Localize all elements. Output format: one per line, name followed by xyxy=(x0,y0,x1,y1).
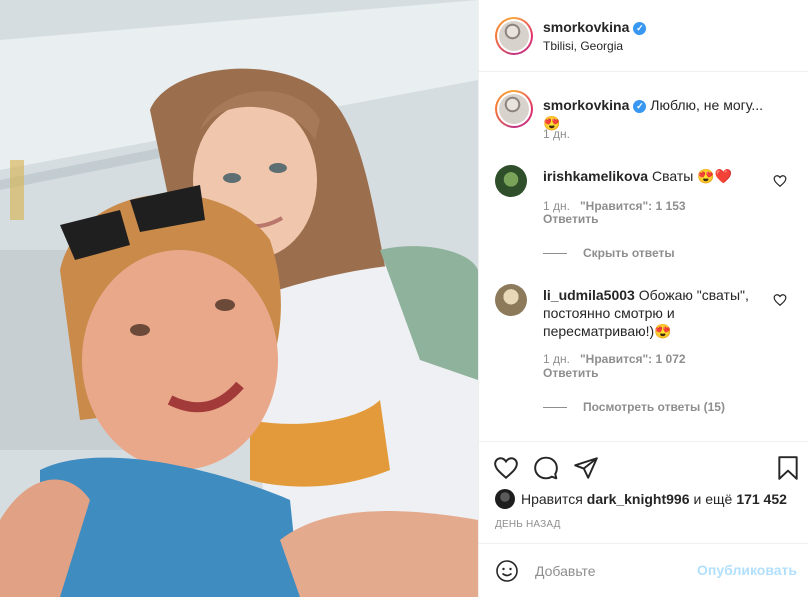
commenter-avatar[interactable] xyxy=(495,284,527,316)
reply-button[interactable]: Ответить xyxy=(543,366,598,380)
comment-meta: 1 дн. "Нравится": 1 072 xyxy=(543,352,686,366)
comment-text-row: irishkamelikova Сваты 😍❤️ xyxy=(543,167,771,185)
comment-text: Сваты 😍❤️ xyxy=(651,168,733,184)
comment-meta: 1 дн. "Нравится": 1 153 xyxy=(543,199,686,213)
liker-avatar[interactable] xyxy=(495,489,515,509)
likes-middle: и ещё xyxy=(693,491,733,507)
caption-author-avatar[interactable] xyxy=(495,90,533,128)
publish-button[interactable]: Опубликовать xyxy=(697,562,797,578)
comment-time[interactable]: 1 дн. xyxy=(543,199,570,213)
commenter-username[interactable]: li_udmila5003 xyxy=(543,287,635,303)
like-comment-heart-icon[interactable] xyxy=(773,293,787,307)
likes-summary: Нравится dark_knight996 и ещё 171 452 xyxy=(495,489,791,509)
reply-button[interactable]: Ответить xyxy=(543,212,598,226)
likes-count[interactable]: 171 452 xyxy=(736,491,787,507)
bookmark-icon[interactable] xyxy=(775,455,801,481)
author-username-row: smorkovkina ✓ xyxy=(543,19,647,35)
comment-time[interactable]: 1 дн. xyxy=(543,352,570,366)
liker-username[interactable]: dark_knight996 xyxy=(587,491,690,507)
verified-icon: ✓ xyxy=(633,100,647,113)
add-comment-bar: Опубликовать xyxy=(479,543,808,597)
comment-input[interactable] xyxy=(535,559,695,583)
comment-icon[interactable] xyxy=(533,455,559,481)
post-actions xyxy=(479,441,808,493)
share-icon[interactable] xyxy=(573,455,599,481)
post-photo[interactable] xyxy=(0,0,478,597)
author-username[interactable]: smorkovkina xyxy=(543,19,629,35)
post-location[interactable]: Tbilisi, Georgia xyxy=(543,39,623,53)
view-replies-button[interactable]: Посмотреть ответы (15) xyxy=(543,400,725,414)
commenter-avatar[interactable] xyxy=(495,165,527,197)
instagram-post: smorkovkina ✓ Tbilisi, Georgia smorkovkin… xyxy=(0,0,808,597)
heart-icon[interactable] xyxy=(493,455,519,481)
replies-toggle-label: Посмотреть ответы (15) xyxy=(583,400,725,414)
author-avatar[interactable] xyxy=(495,17,533,55)
commenter-username[interactable]: irishkamelikova xyxy=(543,168,648,184)
caption-time[interactable]: 1 дн. xyxy=(543,127,570,141)
post-header: smorkovkina ✓ Tbilisi, Georgia xyxy=(479,0,808,72)
comment-like-count[interactable]: "Нравится": 1 153 xyxy=(580,199,686,213)
comment-like-count[interactable]: "Нравится": 1 072 xyxy=(580,352,686,366)
post-sidebar: smorkovkina ✓ Tbilisi, Georgia smorkovkin… xyxy=(478,0,808,597)
emoji-icon[interactable] xyxy=(495,559,519,583)
post-date[interactable]: ДЕНЬ НАЗАД xyxy=(495,519,561,530)
caption-username[interactable]: smorkovkina xyxy=(543,97,629,113)
post-photo-illustration xyxy=(0,0,478,597)
like-comment-heart-icon[interactable] xyxy=(773,174,787,188)
comment-text-row: li_udmila5003 Обожаю "сваты", постоянно … xyxy=(543,286,771,340)
likes-prefix: Нравится xyxy=(521,491,583,507)
caption-text-row: smorkovkina ✓ Люблю, не могу... 😍 xyxy=(543,96,771,132)
replies-toggle-label: Скрыть ответы xyxy=(583,246,675,260)
hide-replies-button[interactable]: Скрыть ответы xyxy=(543,246,675,260)
verified-icon: ✓ xyxy=(633,22,647,35)
